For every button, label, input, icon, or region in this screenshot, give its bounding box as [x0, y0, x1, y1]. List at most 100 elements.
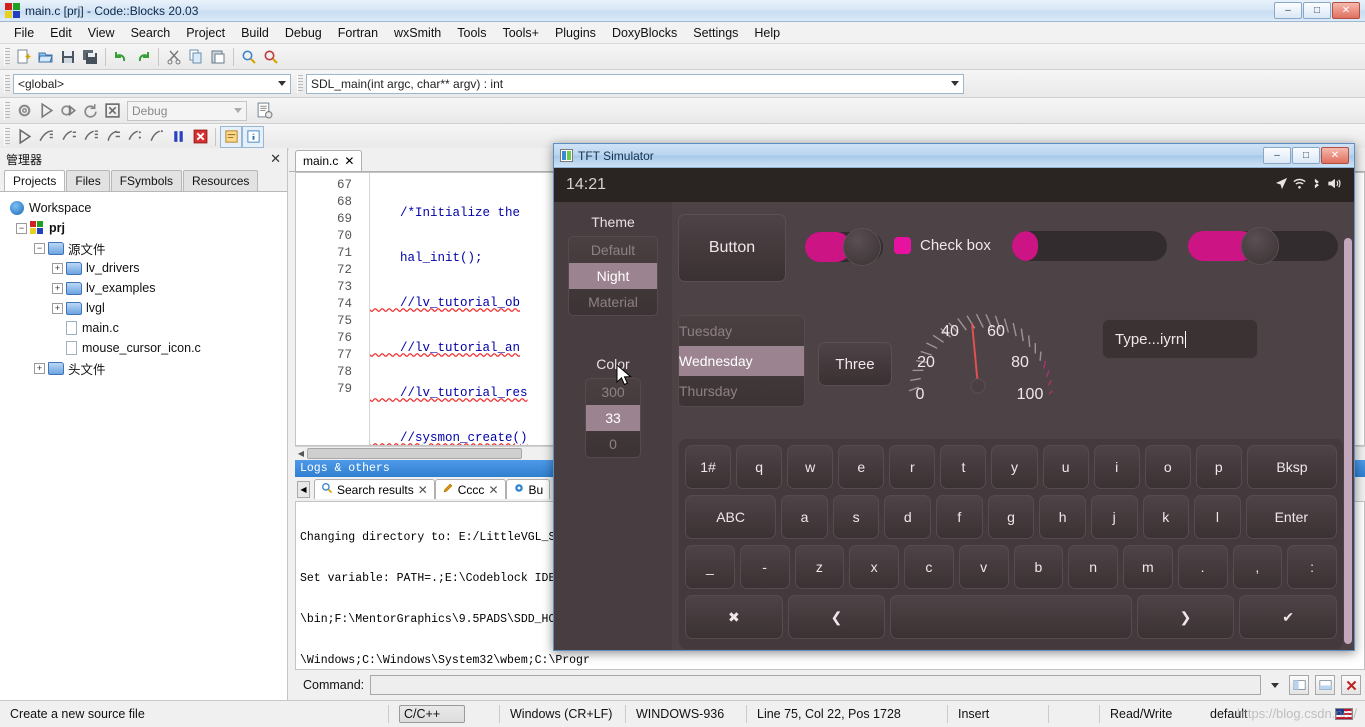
tree-item-sources[interactable]: − 源文件: [6, 238, 287, 258]
marker-slot[interactable]: [356, 194, 369, 211]
key-p[interactable]: p: [1195, 445, 1242, 489]
virtual-keyboard[interactable]: 1# q w e r t y u i o p Bksp ABC a s d f …: [678, 438, 1344, 650]
key-period[interactable]: .: [1177, 545, 1228, 589]
tree-item-lv-drivers[interactable]: + lv_drivers: [6, 258, 287, 278]
chevron-down-icon[interactable]: [951, 81, 959, 86]
key-abc[interactable]: ABC: [685, 495, 777, 539]
run-to-cursor-icon[interactable]: [35, 126, 57, 148]
theme-roller[interactable]: Default Night Material: [568, 236, 658, 316]
status-language[interactable]: C/C++: [399, 705, 466, 723]
toolbar-grip[interactable]: [297, 74, 303, 93]
tree-item-mouse-cursor-icon-c[interactable]: mouse_cursor_icon.c: [6, 338, 287, 358]
marker-slot[interactable]: [356, 228, 369, 245]
various-info-icon[interactable]: [242, 125, 264, 148]
simulator-minimize-button[interactable]: –: [1263, 147, 1291, 164]
key-arrow-left[interactable]: ❮: [787, 595, 886, 639]
step-instruction-icon[interactable]: [145, 126, 167, 148]
menu-item-tools-plus[interactable]: Tools+: [494, 23, 546, 43]
redo-icon[interactable]: [132, 46, 154, 68]
demo-switch[interactable]: [805, 228, 883, 266]
menu-item-plugins[interactable]: Plugins: [547, 23, 604, 43]
toolbar-grip[interactable]: [4, 47, 10, 66]
key-y[interactable]: y: [991, 445, 1038, 489]
open-file-icon[interactable]: [35, 46, 57, 68]
key-k[interactable]: k: [1142, 495, 1190, 539]
key-u[interactable]: u: [1042, 445, 1089, 489]
marker-slot[interactable]: [356, 364, 369, 381]
replace-icon[interactable]: [260, 46, 282, 68]
toolbar-grip[interactable]: [4, 127, 10, 146]
tab-scroll-left-icon[interactable]: ◀: [297, 480, 310, 498]
chevron-down-icon[interactable]: [1271, 682, 1279, 688]
undo-icon[interactable]: [110, 46, 132, 68]
marker-slot[interactable]: [356, 211, 369, 228]
key-v[interactable]: v: [958, 545, 1009, 589]
tab-files[interactable]: Files: [66, 170, 110, 191]
key-backspace[interactable]: Bksp: [1246, 445, 1338, 489]
cut-icon[interactable]: [163, 46, 185, 68]
close-icon[interactable]: ✕: [418, 483, 428, 497]
toolbar-grip[interactable]: [4, 74, 10, 93]
key-f[interactable]: f: [936, 495, 983, 539]
menu-item-fortran[interactable]: Fortran: [330, 23, 386, 43]
key-space[interactable]: [890, 595, 1132, 639]
close-logs-icon[interactable]: [1341, 675, 1361, 695]
key-r[interactable]: r: [889, 445, 936, 489]
new-file-icon[interactable]: [13, 46, 35, 68]
tab-resources[interactable]: Resources: [183, 170, 259, 191]
build-gear-icon[interactable]: [13, 100, 35, 122]
key-h[interactable]: h: [1039, 495, 1086, 539]
menu-item-search[interactable]: Search: [123, 23, 179, 43]
key-o[interactable]: o: [1144, 445, 1191, 489]
key-j[interactable]: j: [1090, 495, 1138, 539]
keyboard-layout-flag-icon[interactable]: [1335, 708, 1353, 720]
find-icon[interactable]: [238, 46, 260, 68]
key-comma[interactable]: ,: [1232, 545, 1283, 589]
break-debugger-icon[interactable]: [167, 126, 189, 148]
tree-item-project[interactable]: − prj: [6, 218, 287, 238]
close-icon[interactable]: ✕: [488, 483, 498, 497]
symbol-combobox[interactable]: SDL_main(int argc, char** argv) : int: [306, 73, 964, 94]
run-icon[interactable]: [35, 100, 57, 122]
color-option-300[interactable]: 300: [586, 379, 640, 405]
project-tree[interactable]: Workspace − prj − 源文件 + lv_drivers + lv_…: [0, 192, 287, 700]
demo-checkbox[interactable]: Check box: [894, 237, 991, 254]
key-underscore[interactable]: _: [685, 545, 735, 589]
copy-icon[interactable]: [185, 46, 207, 68]
key-l[interactable]: l: [1194, 495, 1241, 539]
paste-icon[interactable]: [207, 46, 229, 68]
key-colon[interactable]: :: [1287, 545, 1337, 589]
key-x[interactable]: x: [849, 545, 899, 589]
key-hyphen[interactable]: -: [739, 545, 790, 589]
key-a[interactable]: a: [781, 495, 828, 539]
expand-toggle-icon[interactable]: +: [52, 282, 63, 294]
key-i[interactable]: i: [1093, 445, 1140, 489]
theme-option-night[interactable]: Night: [569, 263, 657, 289]
expand-toggle-icon[interactable]: +: [52, 262, 63, 274]
key-t[interactable]: t: [940, 445, 987, 489]
day-option-wednesday[interactable]: Wednesday: [679, 346, 804, 376]
next-instruction-icon[interactable]: [123, 126, 145, 148]
command-input[interactable]: [370, 675, 1261, 695]
dock-bottom-icon[interactable]: [1315, 675, 1335, 695]
menu-item-file[interactable]: File: [6, 23, 42, 43]
debug-continue-icon[interactable]: [13, 126, 35, 148]
close-icon[interactable]: ✕: [344, 154, 354, 168]
expand-toggle-icon[interactable]: +: [34, 362, 45, 374]
menu-item-edit[interactable]: Edit: [42, 23, 80, 43]
log-tab-build-log[interactable]: Bu: [505, 479, 551, 499]
collapse-toggle-icon[interactable]: −: [16, 222, 27, 234]
dock-left-icon[interactable]: [1289, 675, 1309, 695]
simulator-close-button[interactable]: ✕: [1321, 147, 1349, 164]
stop-debugger-icon[interactable]: [189, 126, 211, 148]
checkbox-box-icon[interactable]: [894, 237, 911, 254]
build-target-combobox[interactable]: Debug: [127, 100, 247, 121]
slider-knob[interactable]: [1241, 227, 1279, 265]
tree-item-main-c[interactable]: main.c: [6, 318, 287, 338]
collapse-toggle-icon[interactable]: −: [34, 242, 45, 254]
build-and-run-icon[interactable]: [57, 100, 79, 122]
key-n[interactable]: n: [1068, 545, 1118, 589]
color-roller[interactable]: 300 33 0: [585, 378, 641, 458]
menu-item-build[interactable]: Build: [233, 23, 277, 43]
toolbar-grip[interactable]: [4, 101, 10, 120]
